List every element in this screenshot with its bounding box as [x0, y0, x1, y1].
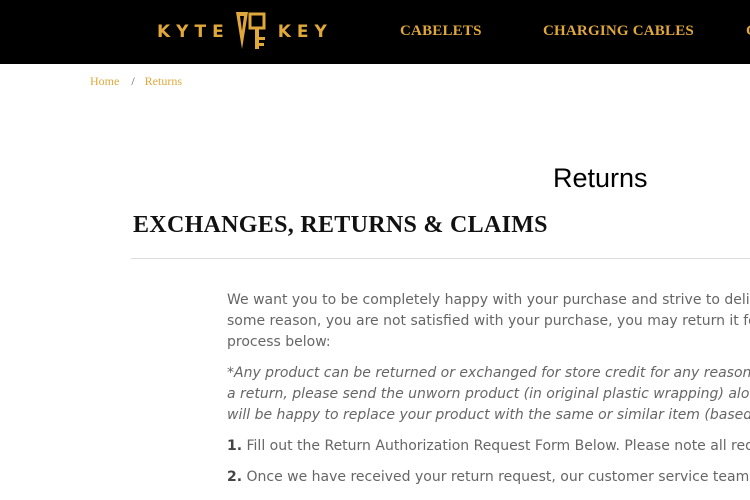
- policy-line: a return, please send the unworn product…: [227, 386, 750, 402]
- nav-item-cabelets[interactable]: CABELETS: [400, 23, 482, 40]
- nav-item-truncated[interactable]: C: [746, 23, 750, 40]
- policy-text: *Any product can be returned or exchange…: [227, 365, 750, 381]
- step-item: 1. Fill out the Return Authorization Req…: [227, 436, 750, 457]
- nav-item-charging-cables[interactable]: CHARGING CABLES: [543, 23, 694, 40]
- logo-word-right: KEY: [277, 22, 333, 42]
- divider: [131, 258, 750, 259]
- policy-line: *Any product can be returned or exchange…: [227, 363, 750, 384]
- step-text: Fill out the Return Authorization Reques…: [242, 438, 750, 454]
- page-title: Returns: [553, 163, 648, 193]
- logo-word-left: KYTE: [157, 22, 230, 42]
- step-number: 1.: [227, 438, 243, 454]
- key-logo-icon: [232, 9, 268, 55]
- intro-line: some reason, you are not satisfied with …: [227, 313, 750, 329]
- site-header: KYTE KEY CABELETS CHARGING CABLES C: [0, 0, 750, 64]
- breadcrumb-home-link[interactable]: Home: [90, 74, 119, 88]
- intro-line: We want you to be completely happy with …: [227, 292, 750, 308]
- site-logo[interactable]: KYTE KEY: [157, 10, 333, 54]
- step-text: Once we have received your return reques…: [242, 469, 750, 485]
- section-heading: EXCHANGES, RETURNS & CLAIMS: [133, 212, 548, 238]
- breadcrumb: Home / Returns: [90, 74, 182, 89]
- returns-policy-text: We want you to be completely happy with …: [227, 290, 750, 488]
- step-number: 2.: [227, 469, 243, 485]
- step-item: 2. Once we have received your return req…: [227, 467, 750, 488]
- breadcrumb-current: Returns: [144, 74, 183, 88]
- policy-line: will be happy to replace your product wi…: [227, 407, 750, 423]
- breadcrumb-separator: /: [131, 74, 135, 88]
- intro-line: process below:: [227, 334, 331, 350]
